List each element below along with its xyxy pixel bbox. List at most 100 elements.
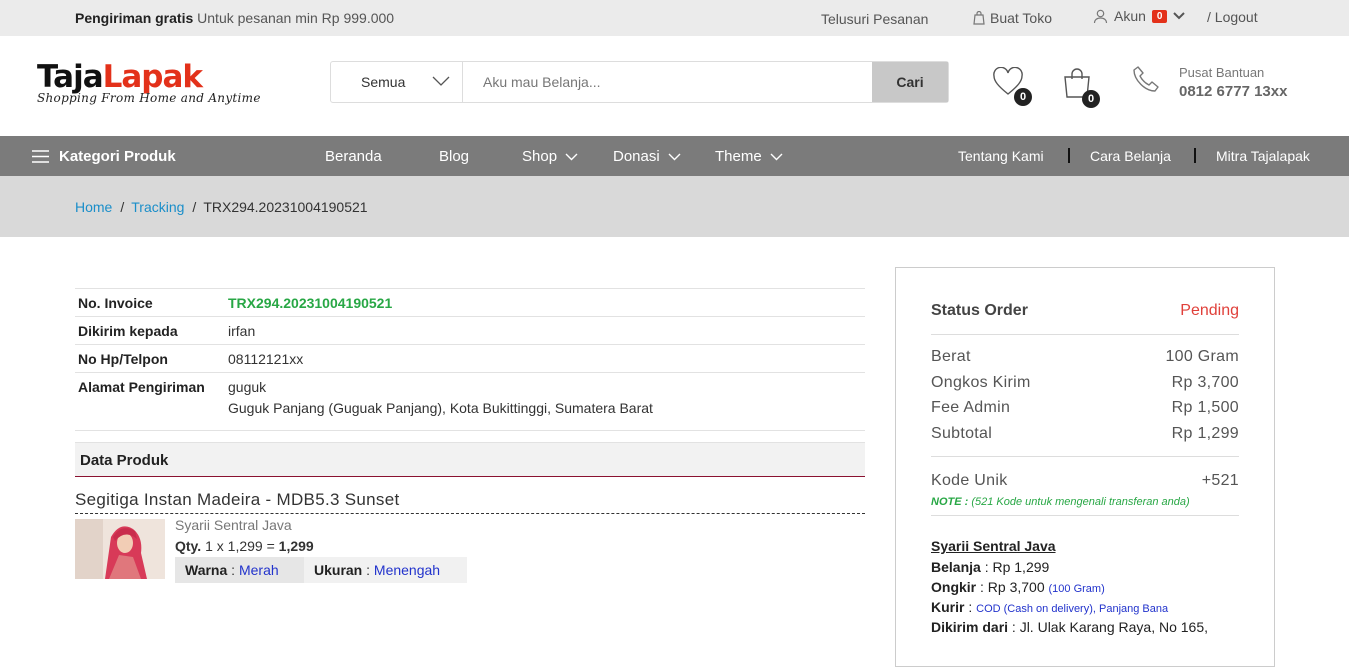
cost-line-subtotal: Subtotal Rp 1,299 (931, 425, 1239, 451)
breadcrumb-current: TRX294.20231004190521 (203, 199, 368, 215)
product-qty: Qty. 1 x 1,299 = 1,299 (175, 538, 314, 554)
order-status-label: Status Order (931, 302, 1028, 319)
cost-line-shipping: Ongkos Kirim Rp 3,700 (931, 374, 1239, 400)
product-attributes: Warna : Merah Ukuran : Menengah (175, 557, 467, 583)
table-row: Dikirim kepada irfan (75, 316, 865, 344)
user-icon (1093, 9, 1108, 23)
account-menu[interactable]: Akun 0 (1093, 8, 1186, 24)
invoice-table: No. Invoice TRX294.20231004190521 Dikiri… (75, 288, 865, 431)
help-center[interactable]: Pusat Bantuan 0812 6777 13xx (1131, 64, 1287, 100)
unique-code-block: Kode Unik +521 NOTE : (521 Kode untuk men… (931, 456, 1239, 516)
order-status-value: Pending (1180, 302, 1239, 319)
nav-link-about[interactable]: Tentang Kami (958, 148, 1044, 164)
nav-item-theme[interactable]: Theme (715, 148, 783, 165)
nav-item-donasi[interactable]: Donasi (613, 148, 681, 165)
product-name[interactable]: Segitiga Instan Madeira - MDB5.3 Sunset (75, 490, 865, 514)
unique-code-line: Kode Unik +521 (931, 472, 1239, 494)
wishlist-button[interactable]: 0 (992, 66, 1032, 106)
cost-label: Subtotal (931, 425, 993, 443)
search-input[interactable] (463, 62, 872, 102)
qty-expression: 1 x 1,299 = (205, 538, 275, 554)
category-menu-button[interactable]: Kategori Produk (32, 148, 176, 165)
main-nav: Kategori Produk Beranda Blog Shop Donasi… (0, 136, 1349, 176)
nav-label: Theme (715, 148, 762, 165)
breadcrumb-separator: / (120, 199, 125, 215)
product-image[interactable] (75, 519, 165, 579)
recipient-label: Dikirim kepada (78, 323, 178, 339)
track-order-link[interactable]: Telusuri Pesanan (821, 11, 928, 27)
note-label: NOTE : (931, 496, 969, 508)
search-button[interactable]: Cari (872, 62, 948, 102)
cart-count: 0 (1082, 90, 1100, 108)
cost-value: 100 Gram (1165, 348, 1239, 365)
product-photo (75, 519, 165, 579)
phone-label: No Hp/Telpon (78, 351, 168, 367)
attribute-label: Ukuran (314, 562, 363, 578)
cost-line-admin-fee: Fee Admin Rp 1,500 (931, 399, 1239, 425)
qty-total: 1,299 (278, 538, 314, 554)
create-store-label: Buat Toko (990, 10, 1053, 26)
attribute-value: Menengah (373, 562, 441, 578)
table-row: No Hp/Telpon 08112121xx (75, 344, 865, 372)
create-store-link[interactable]: Buat Toko (973, 10, 1052, 26)
search-category-value: Semua (361, 74, 406, 90)
note-text: (521 Kode untuk mengenali transferan and… (971, 496, 1190, 508)
nav-label: Beranda (325, 148, 382, 165)
search-category-select[interactable]: Semua (331, 62, 463, 102)
shipping-value: : Rp 1,299 (984, 559, 1050, 575)
wishlist-count: 0 (1014, 88, 1032, 106)
recipient-value: irfan (228, 323, 256, 339)
nav-item-blog[interactable]: Blog (439, 148, 469, 165)
invoice-number-label: No. Invoice (78, 295, 153, 311)
breadcrumb: Home / Tracking / TRX294.20231004190521 (0, 176, 1349, 237)
nav-label: Blog (439, 148, 470, 165)
cost-label: Berat (931, 348, 971, 365)
nav-link-how-to-buy[interactable]: Cara Belanja (1090, 148, 1171, 164)
breadcrumb-separator: / (192, 199, 197, 215)
phone-value: 08112121xx (228, 351, 304, 367)
breadcrumb-home[interactable]: Home (75, 199, 112, 215)
shipping-courier: COD (Cash on delivery), Panjang Bana (976, 603, 1169, 615)
top-bar: Pengiriman gratis Untuk pesanan min Rp 9… (0, 0, 1349, 36)
order-cost-lines: Berat 100 Gram Ongkos Kirim Rp 3,700 Fee A… (931, 348, 1239, 451)
cost-line-weight: Berat 100 Gram (931, 348, 1239, 374)
phone-icon (1133, 66, 1159, 92)
table-row: No. Invoice TRX294.20231004190521 (75, 288, 865, 316)
address-value: guguk Guguk Panjang (Guguak Panjang), Ko… (228, 379, 653, 416)
search-bar: Semua Cari (330, 61, 949, 103)
help-phone: 0812 6777 13xx (1179, 83, 1288, 100)
unique-code-label: Kode Unik (931, 472, 1008, 489)
cart-button[interactable]: 0 (1062, 67, 1100, 108)
unique-code-value: +521 (1201, 472, 1239, 489)
help-label: Pusat Bantuan (1179, 65, 1265, 80)
nav-link-partner[interactable]: Mitra Tajalapak (1216, 148, 1310, 164)
nav-item-beranda[interactable]: Beranda (325, 148, 382, 165)
chevron-down-icon (432, 76, 450, 86)
address-line-1: guguk (228, 379, 267, 395)
table-row: Alamat Pengiriman guguk Guguk Panjang (G… (75, 372, 865, 431)
nav-item-shop[interactable]: Shop (522, 148, 578, 165)
attribute-label: Warna (185, 562, 228, 578)
site-logo[interactable]: TajaLapak Shopping From Home and Anytime (37, 60, 277, 112)
account-badge: 0 (1151, 9, 1168, 23)
shipping-row-belanja: Belanja : Rp 1,299 (931, 559, 1251, 575)
breadcrumb-tracking[interactable]: Tracking (131, 199, 184, 215)
hamburger-icon (32, 150, 49, 163)
attribute-color: Warna : Merah (175, 557, 304, 583)
shipping-value: : Rp 3,700 (980, 579, 1045, 595)
shipping-seller[interactable]: Syarii Sentral Java (931, 538, 1251, 554)
logout-link[interactable]: / Logout (1207, 9, 1258, 25)
shipping-row-kurir: Kurir : COD (Cash on delivery), Panjang … (931, 599, 1169, 615)
logo-text-1: Taja (37, 59, 104, 95)
shipping-row-ongkir: Ongkir : Rp 3,700 (100 Gram) (931, 579, 1251, 595)
attribute-size: Ukuran : Menengah (304, 557, 467, 583)
nav-divider (1068, 148, 1070, 163)
product-seller[interactable]: Syarii Sentral Java (175, 517, 292, 533)
shipping-label: Dikirim dari (931, 619, 1009, 635)
promo-text: Untuk pesanan min Rp 999.000 (197, 10, 395, 26)
promo-bold: Pengiriman gratis (75, 10, 194, 26)
invoice-number-value: TRX294.20231004190521 (228, 295, 393, 311)
category-menu-label: Kategori Produk (59, 148, 176, 165)
shipping-label: Kurir (931, 599, 965, 615)
logo-tagline: Shopping From Home and Anytime (37, 91, 261, 105)
